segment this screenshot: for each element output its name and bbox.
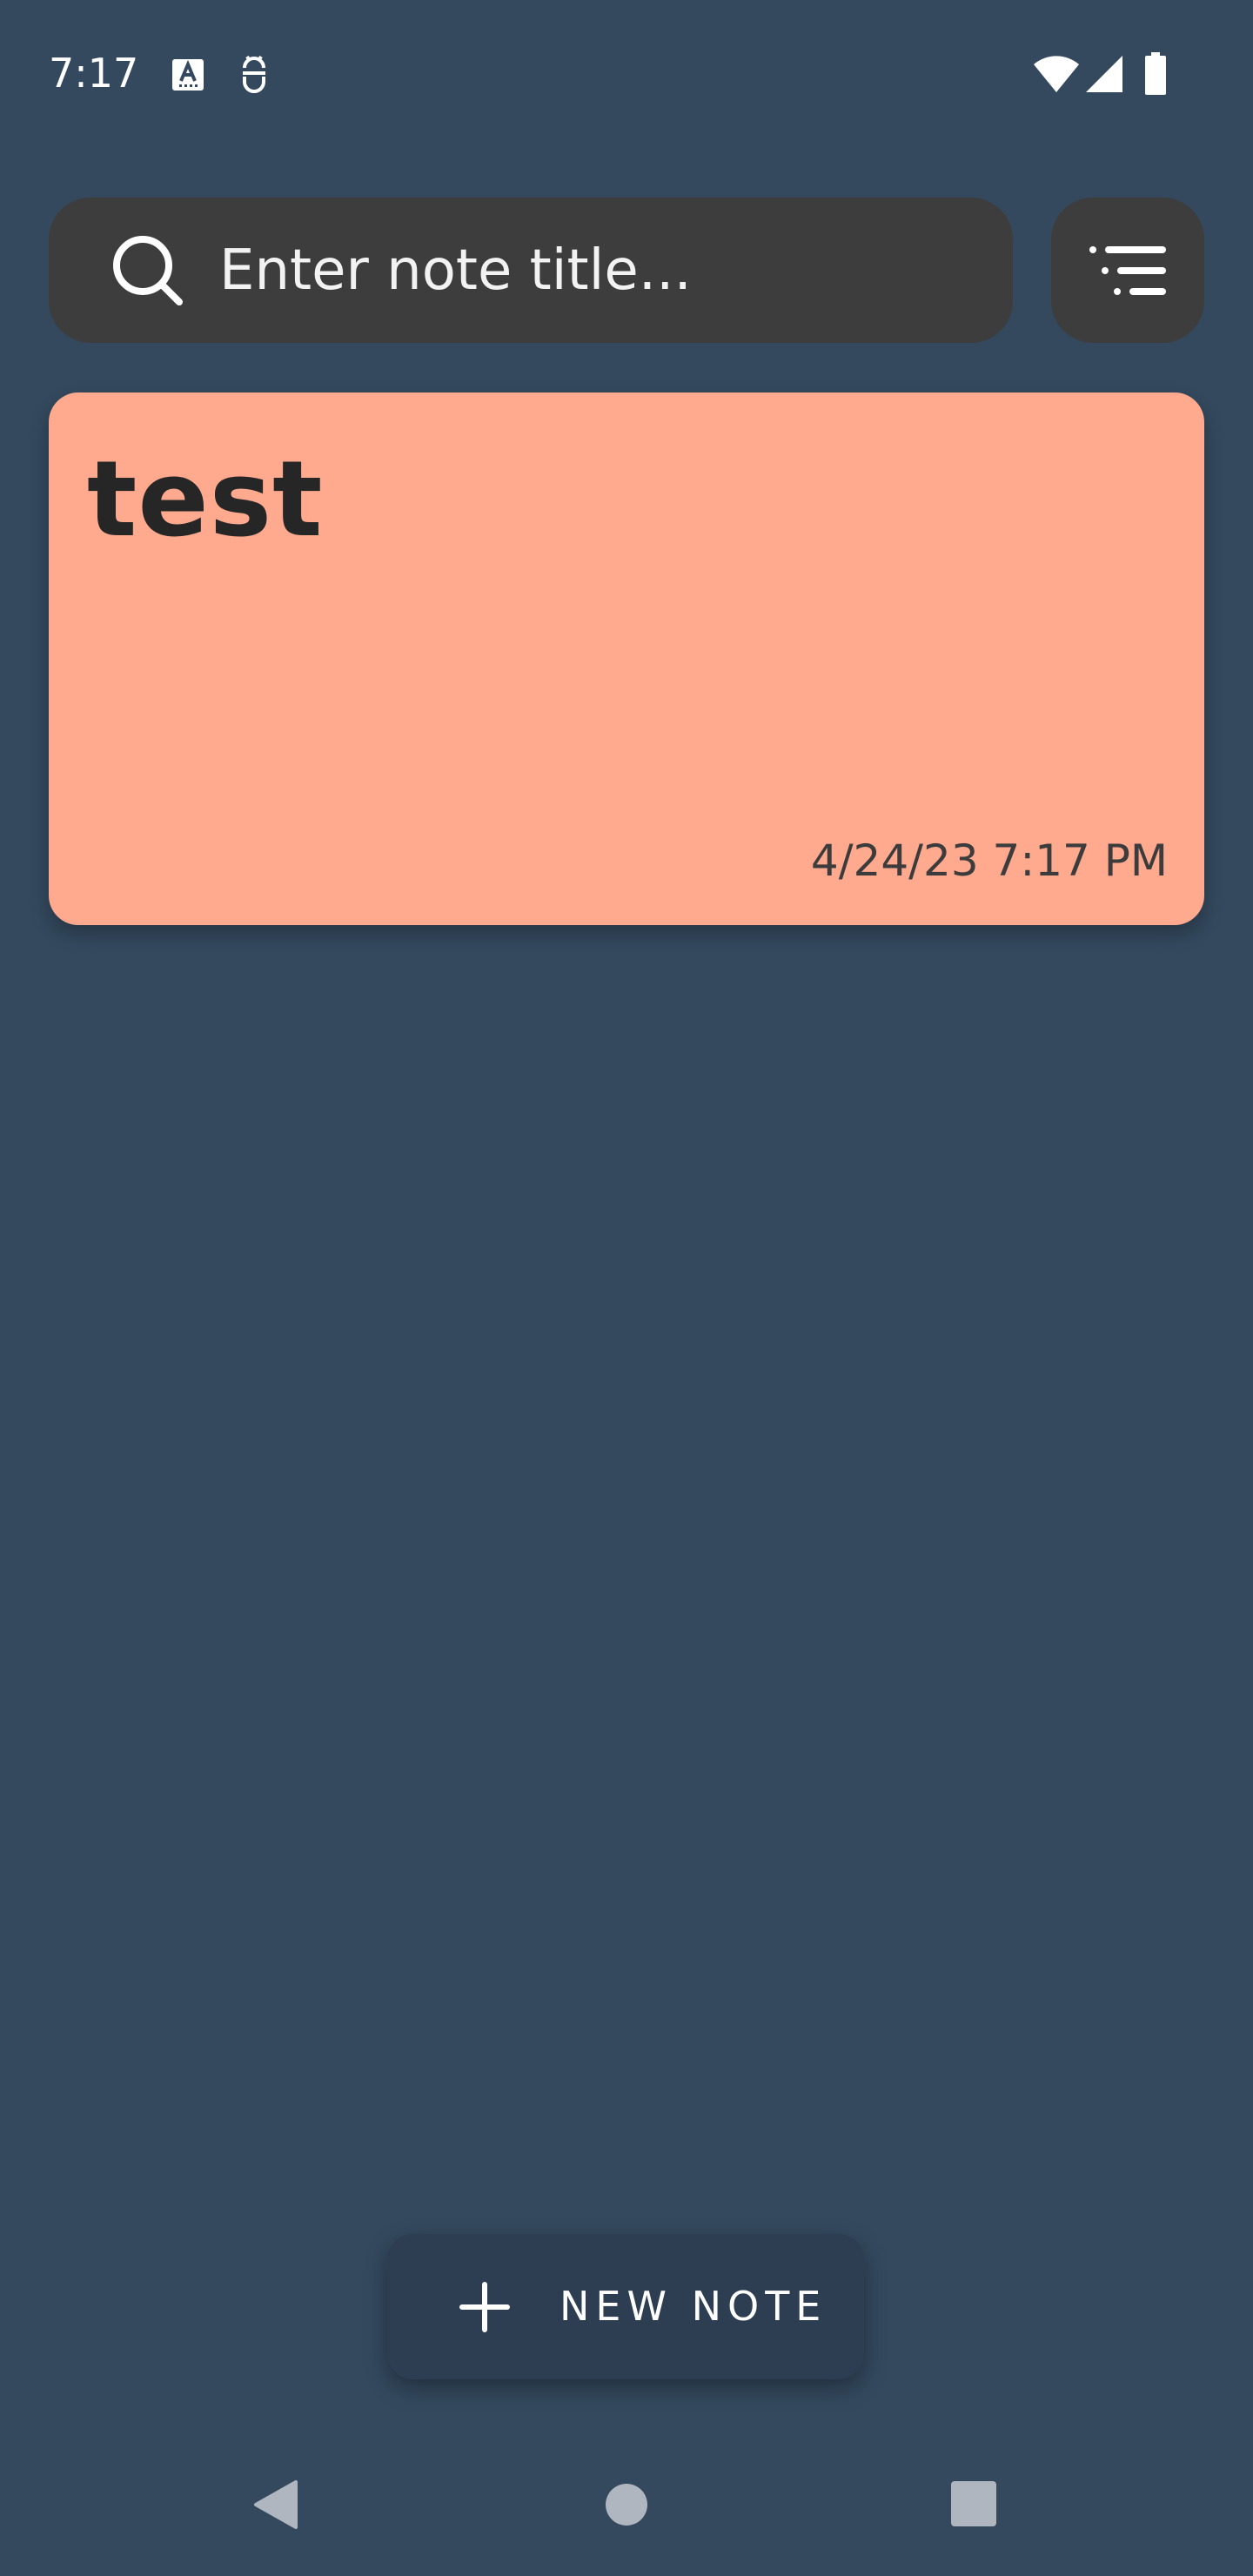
note-title: test — [87, 439, 324, 560]
sort-filter-icon — [1089, 246, 1166, 295]
home-circle-icon[interactable] — [604, 2482, 649, 2527]
new-note-label: NEW NOTE — [559, 2283, 828, 2330]
filter-button[interactable] — [1051, 198, 1204, 343]
keyboard-a-icon — [172, 59, 204, 91]
new-note-button[interactable]: NEW NOTE — [387, 2234, 864, 2379]
search-input[interactable] — [219, 198, 985, 343]
status-time: 7:17 — [49, 50, 139, 97]
cellular-signal-icon — [1086, 56, 1122, 92]
wifi-icon — [1034, 56, 1079, 92]
back-triangle-icon[interactable] — [251, 2479, 299, 2531]
search-icon — [113, 236, 183, 305]
recents-square-icon[interactable] — [950, 2480, 997, 2527]
note-date: 4/24/23 7:17 PM — [810, 835, 1168, 886]
battery-icon — [1145, 52, 1166, 95]
plus-icon — [459, 2282, 510, 2332]
status-bar: 7:17 — [0, 0, 1253, 148]
navigation-bar — [0, 2437, 1253, 2576]
debug-bot-icon — [243, 55, 265, 93]
note-card[interactable]: test 4/24/23 7:17 PM — [49, 392, 1204, 925]
search-bar — [49, 198, 1013, 343]
